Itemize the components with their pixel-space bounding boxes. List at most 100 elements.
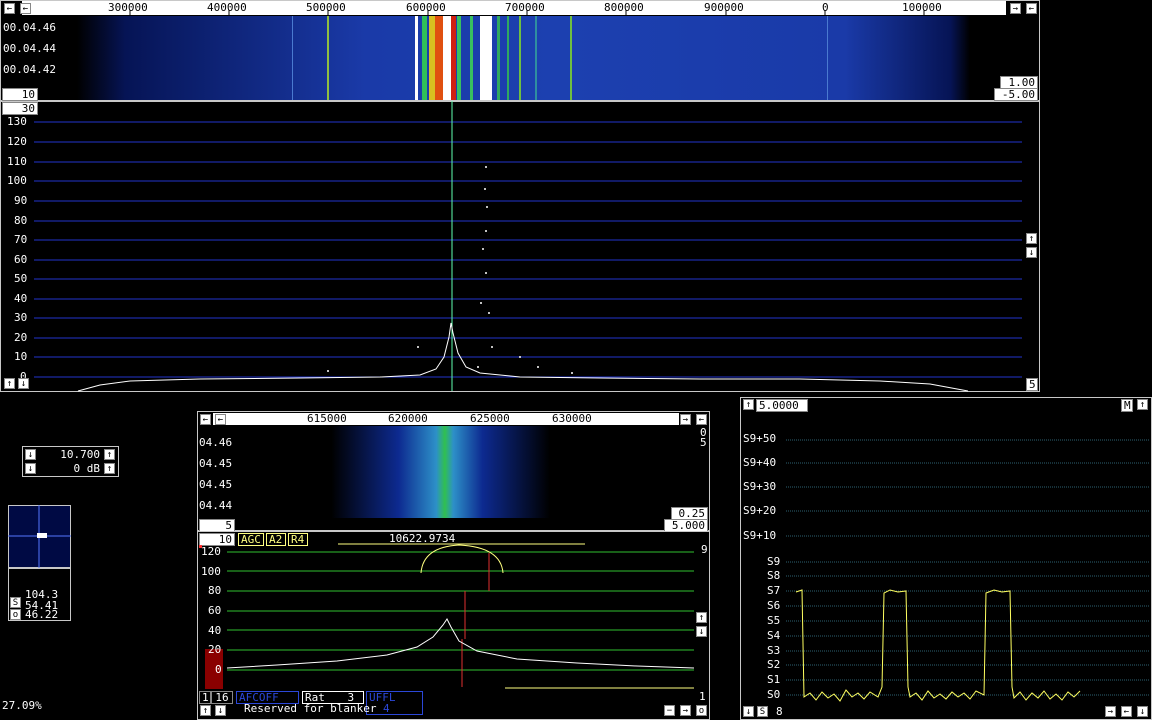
s-meter-label: S1 [767, 673, 781, 686]
s-meter-label: S4 [767, 629, 781, 642]
baseband-bottom-up-button[interactable]: ↑ [200, 705, 211, 716]
main-waterfall-time: 00.04.46 [3, 21, 56, 34]
main-spectrum-left-down-button[interactable]: ↓ [18, 378, 29, 389]
main-spectrum-graph[interactable] [0, 101, 1040, 392]
main-spectrum-y-label: 20 [14, 331, 28, 344]
baseband-time: 04.44 [199, 499, 233, 512]
main-waterfall-time: 00.04.42 [3, 63, 56, 76]
main-waterfall-offset-box[interactable]: -5.00 [994, 88, 1038, 101]
s-meter-left-button[interactable]: ← [1121, 706, 1132, 717]
baseband-zoom-right-button[interactable]: → [680, 414, 691, 425]
main-spectrum-y-label: 130 [7, 115, 27, 128]
s-meter-down-button[interactable]: ↓ [1137, 706, 1148, 717]
main-spectrum-y-label: 30 [14, 311, 28, 324]
main-freq-label: 0 [822, 1, 829, 14]
main-spectrum-right-box[interactable]: 5 [1026, 378, 1038, 391]
s-meter-label: S7 [767, 584, 781, 597]
baseband-y-label: 100 [201, 565, 221, 578]
baseband-bottom-box-a[interactable]: 1 [199, 691, 211, 704]
baseband-waterfall-image[interactable] [239, 426, 659, 518]
baseband-minus-button[interactable]: − [664, 705, 675, 716]
baseband-y-label: 40 [208, 624, 222, 637]
baseband-freq-label: 630000 [552, 412, 592, 425]
meter-value-c: 46.22 [25, 608, 59, 621]
main-spectrum-y-label: 90 [14, 194, 28, 207]
baseband-plus-button[interactable]: → [680, 705, 691, 716]
main-spectrum-y-label: 60 [14, 253, 28, 266]
baseband-time: 04.46 [199, 436, 233, 449]
bfo-up-button[interactable]: ↑ [104, 449, 115, 460]
baseband-y-label: 80 [208, 584, 222, 597]
main-spectrum-down-button[interactable]: ↓ [1026, 247, 1037, 258]
main-spectrum-y-label: 110 [7, 155, 27, 168]
s-meter-label: S9+20 [743, 504, 777, 517]
baseband-spec-down-button[interactable]: ↓ [696, 626, 707, 637]
main-freq-label: 800000 [604, 1, 644, 14]
s-meter-label: S8 [767, 569, 781, 582]
baseband-bottom-right-num: 1 [699, 690, 706, 703]
baseband-y-label: 20 [208, 643, 222, 656]
att-value[interactable]: 0 dB [38, 463, 102, 474]
att-down-button[interactable]: ↓ [25, 463, 36, 474]
s-meter-label: S5 [767, 614, 781, 627]
s-meter-right-button[interactable]: → [1105, 706, 1116, 717]
baseband-o-button[interactable]: o [696, 705, 707, 716]
baseband-spec-up-button[interactable]: ↑ [696, 612, 707, 623]
main-spectrum-y-label: 120 [7, 135, 27, 148]
main-freq-label: 300000 [108, 1, 148, 14]
s-meter-bottom-down-button[interactable]: ↓ [743, 706, 754, 717]
main-freq-label: 400000 [207, 1, 247, 14]
baseband-zoom-left-button[interactable]: ← [215, 414, 226, 425]
baseband-bottom-down-button[interactable]: ↓ [215, 705, 226, 716]
main-freq-label: 500000 [306, 1, 346, 14]
meter-o-button[interactable]: o [10, 609, 21, 620]
baseband-freq-scale [213, 413, 679, 425]
baseband-freq-label: 615000 [307, 412, 347, 425]
bfo-down-button[interactable]: ↓ [25, 449, 36, 460]
s-meter-label: S9 [767, 555, 781, 568]
main-freq-label: 100000 [902, 1, 942, 14]
ufm-value: 4 [383, 702, 390, 715]
main-waterfall-avg-box[interactable]: 10 [2, 88, 38, 101]
baseband-time: 04.45 [199, 457, 233, 470]
main-spectrum-y-label: 10 [14, 350, 28, 363]
baseband-freq-label: 620000 [388, 412, 428, 425]
baseband-y-label: 60 [208, 604, 222, 617]
main-spectrum-y-label: 100 [7, 174, 27, 187]
main-spectrum-y-label: 70 [14, 233, 28, 246]
main-freq-label: 600000 [406, 1, 446, 14]
baseband-y-label: 120 [201, 545, 221, 558]
s-meter-graph[interactable] [740, 397, 1152, 720]
s-meter-label: S2 [767, 658, 781, 671]
s-meter-label: S9+10 [743, 529, 777, 542]
baseband-scroll-left-button[interactable]: ← [200, 414, 211, 425]
bfo-value[interactable]: 10.700 [38, 449, 102, 460]
s-meter-label: S0 [767, 688, 781, 701]
main-spectrum-y-label: 40 [14, 292, 28, 305]
main-spectrum-y-label: 50 [14, 272, 28, 285]
main-waterfall-time: 00.04.44 [3, 42, 56, 55]
xy-scope-cross [8, 505, 71, 568]
main-spectrum-left-up-button[interactable]: ↑ [4, 378, 15, 389]
s-meter-label: S9+30 [743, 480, 777, 493]
baseband-y-label: 0 [215, 663, 222, 676]
baseband-right-top-b: 5 [700, 436, 707, 449]
att-up-button[interactable]: ↑ [104, 463, 115, 474]
baseband-scroll-right-button[interactable]: ← [696, 414, 707, 425]
status-message: Reserved for blanker [244, 702, 377, 715]
cpu-load: 27.09% [2, 699, 42, 712]
baseband-bottom-box-b[interactable]: 16 [211, 691, 233, 704]
main-spectrum-up-button[interactable]: ↑ [1026, 233, 1037, 244]
main-freq-label: 700000 [505, 1, 545, 14]
s-meter-label: S9+50 [743, 432, 777, 445]
main-spectrum-y-label: 80 [14, 214, 28, 227]
meter-s-button[interactable]: S [10, 597, 21, 608]
s-meter-bottom-value: 8 [776, 705, 783, 718]
s-meter-label: S3 [767, 644, 781, 657]
main-freq-label: 900000 [704, 1, 744, 14]
s-meter-label: S9+40 [743, 456, 777, 469]
s-meter-bottom-s-button[interactable]: S [757, 706, 768, 717]
baseband-freq-label: 625000 [470, 412, 510, 425]
main-waterfall-image[interactable] [77, 16, 1037, 100]
baseband-time: 04.45 [199, 478, 233, 491]
